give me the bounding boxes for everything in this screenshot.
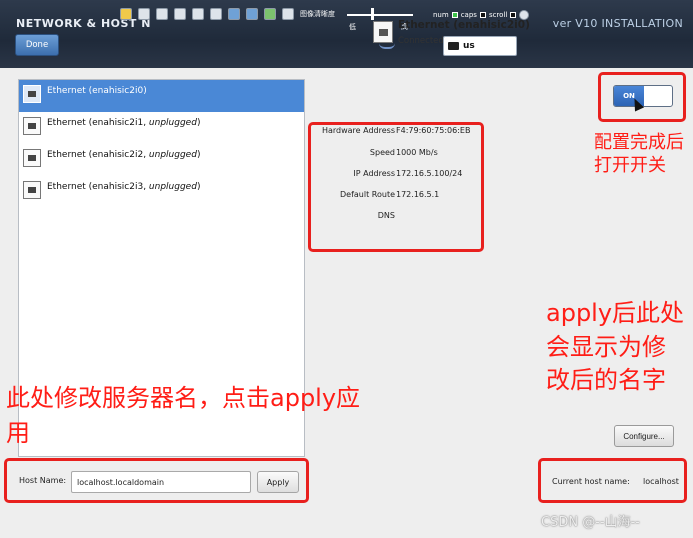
hostname-label: Host Name: bbox=[19, 476, 67, 485]
device-label: Ethernet (enahisic2i0) bbox=[47, 86, 147, 96]
device-label: Ethernet (enahisic2i3, unplugged) bbox=[47, 182, 201, 192]
keyboard-layout-label: us bbox=[463, 41, 475, 51]
list-item[interactable]: Ethernet (enahisic2i0) bbox=[19, 80, 304, 112]
apply-button[interactable]: Apply bbox=[257, 471, 299, 493]
caps-lock-label: caps bbox=[460, 11, 477, 19]
scroll-lock-label: scroll bbox=[488, 11, 508, 19]
quality-label: 图像清晰度 bbox=[300, 10, 335, 18]
slider-track bbox=[347, 14, 413, 16]
annotation-box-details bbox=[308, 122, 484, 252]
device-label: Ethernet (enahisic2i1, unplugged) bbox=[47, 118, 201, 128]
device-title: Ethernet (enahisic2i0) bbox=[398, 19, 530, 31]
current-hostname-value: localhost bbox=[643, 477, 679, 486]
annotation-apply-note: apply后此处会显示为修改后的名字 bbox=[546, 299, 685, 395]
configure-button[interactable]: Configure... bbox=[614, 425, 674, 447]
installation-title: ver V10 INSTALLATION bbox=[552, 17, 683, 30]
record-icon[interactable] bbox=[264, 8, 276, 20]
refresh-icon[interactable] bbox=[246, 8, 258, 20]
annotation-switch-note: 配置完成后打开开关 bbox=[594, 132, 684, 176]
keyboard-layout-indicator[interactable]: us bbox=[443, 36, 517, 56]
installer-header: NETWORK & HOST N ver V10 INSTALLATION Do… bbox=[0, 0, 693, 68]
num-lock-label: num bbox=[433, 11, 449, 19]
usb-icon[interactable] bbox=[210, 8, 222, 20]
ethernet-icon bbox=[23, 117, 41, 135]
keyboard-icon bbox=[448, 42, 459, 50]
device-label: Ethernet (enahisic2i2, unplugged) bbox=[47, 150, 201, 160]
fit-screen-icon[interactable] bbox=[138, 8, 150, 20]
slider-knob[interactable] bbox=[371, 8, 374, 20]
list-item[interactable]: Ethernet (enahisic2i2, unplugged) bbox=[19, 144, 304, 176]
list-item[interactable]: Ethernet (enahisic2i3, unplugged) bbox=[19, 176, 304, 208]
ethernet-icon bbox=[23, 85, 41, 103]
keyboard-macro-icon[interactable] bbox=[228, 8, 240, 20]
scroll-lock-indicator bbox=[510, 12, 517, 18]
caps-lock-indicator bbox=[479, 12, 486, 18]
connection-toggle[interactable]: ON bbox=[613, 85, 673, 107]
settings-icon[interactable] bbox=[282, 8, 294, 20]
connection-status: Connected bbox=[398, 36, 444, 46]
slider-mark-low: 低 bbox=[349, 23, 356, 31]
disc-icon[interactable] bbox=[192, 8, 204, 20]
mouse-icon[interactable] bbox=[156, 8, 168, 20]
annotation-hostname-note: 此处修改服务器名，点击apply应用 bbox=[6, 384, 361, 447]
ethernet-icon bbox=[23, 181, 41, 199]
pin-icon[interactable] bbox=[120, 8, 132, 20]
watermark: CSDN @--山海-- bbox=[541, 515, 640, 530]
hostname-input[interactable] bbox=[71, 471, 251, 493]
done-button[interactable]: Done bbox=[15, 34, 59, 56]
ethernet-icon bbox=[373, 21, 393, 43]
ethernet-icon bbox=[23, 149, 41, 167]
image-icon[interactable] bbox=[174, 8, 186, 20]
current-hostname-label: Current host name: bbox=[552, 477, 630, 486]
num-lock-indicator bbox=[451, 12, 458, 18]
list-item[interactable]: Ethernet (enahisic2i1, unplugged) bbox=[19, 112, 304, 144]
